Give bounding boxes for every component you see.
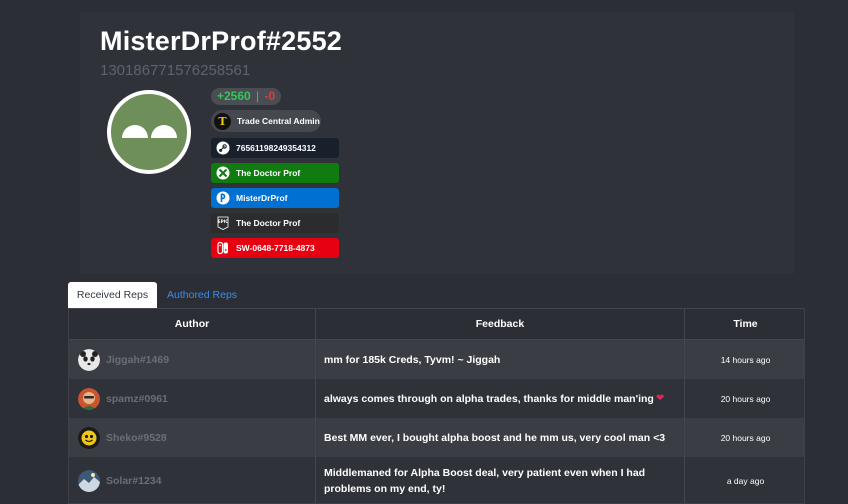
psn-id: MisterDrProf: [236, 193, 288, 203]
author-name[interactable]: Sheko#9528: [106, 432, 167, 444]
tab-authored-reps[interactable]: Authored Reps: [167, 282, 237, 308]
table-header: Author Feedback Time: [69, 308, 804, 340]
author-avatar[interactable]: [78, 387, 100, 410]
table-row: Sheko#9528 Best MM ever, I bought alpha …: [69, 418, 804, 457]
time-cell: a day ago: [684, 457, 804, 503]
table-row: spamz#0961 always comes through on alpha…: [69, 379, 804, 418]
author-name[interactable]: Solar#1234: [106, 475, 161, 487]
reps-table: Author Feedback Time Jiggah#1469 mm for …: [68, 308, 805, 504]
profile-card: MisterDrProf#2552 130186771576258561 +25…: [80, 12, 794, 274]
rep-separator: |: [256, 89, 260, 103]
author-cell: Solar#1234: [69, 457, 315, 503]
nintendo-switch-icon: [216, 241, 230, 255]
avatar-eye-right: [151, 125, 177, 138]
column-header-time[interactable]: Time: [684, 309, 804, 340]
table-row: Solar#1234 Middlemaned for Alpha Boost d…: [69, 457, 804, 503]
column-header-author[interactable]: Author: [69, 309, 315, 340]
steam-id: 76561198249354312: [236, 143, 316, 153]
author-name[interactable]: Jiggah#1469: [106, 354, 169, 366]
profile-username: MisterDrProf#2552: [100, 26, 343, 56]
avatar-eye-left: [122, 125, 148, 138]
epic-account-badge[interactable]: EPIC The Doctor Prof: [211, 213, 339, 233]
rep-positive: +2560: [217, 89, 251, 103]
author-avatar[interactable]: [78, 469, 100, 492]
xbox-icon: [216, 166, 230, 180]
xbox-gamertag: The Doctor Prof: [236, 168, 301, 178]
nintendo-account-badge[interactable]: SW-0648-7718-4873: [211, 238, 339, 258]
svg-text:EPIC: EPIC: [218, 219, 229, 224]
rep-score-badge: +2560 | -0: [211, 88, 282, 105]
epic-games-icon: EPIC: [216, 216, 230, 230]
steam-account-badge[interactable]: 76561198249354312: [211, 138, 339, 158]
playstation-account-badge[interactable]: MisterDrProf: [211, 188, 339, 208]
profile-avatar: [107, 90, 191, 174]
author-cell: Jiggah#1469: [69, 340, 315, 379]
trade-central-logo-icon: T: [214, 112, 231, 130]
role-badge: T Trade Central Admin: [211, 110, 321, 132]
heart-icon: ❤: [655, 392, 665, 404]
time-cell: 20 hours ago: [684, 418, 804, 457]
steam-icon: [216, 141, 230, 155]
nintendo-friend-code: SW-0648-7718-4873: [236, 243, 315, 253]
feedback-cell: mm for 185k Creds, Tyvm! ~ Jiggah: [315, 340, 684, 379]
feedback-cell: always comes through on alpha trades, th…: [315, 379, 684, 418]
playstation-icon: [216, 191, 230, 205]
feedback-cell: Middlemaned for Alpha Boost deal, very p…: [315, 457, 684, 503]
feedback-text: always comes through on alpha trades, th…: [324, 392, 654, 405]
author-avatar[interactable]: [78, 426, 100, 449]
role-badge-label: Trade Central Admin: [237, 116, 320, 126]
author-name[interactable]: spamz#0961: [106, 393, 168, 405]
time-cell: 20 hours ago: [684, 379, 804, 418]
rep-negative: -0: [264, 89, 276, 103]
table-row: Jiggah#1469 mm for 185k Creds, Tyvm! ~ J…: [69, 340, 804, 379]
column-header-feedback[interactable]: Feedback: [315, 309, 684, 340]
feedback-cell: Best MM ever, I bought alpha boost and h…: [315, 418, 684, 457]
time-cell: 14 hours ago: [684, 340, 804, 379]
epic-name: The Doctor Prof: [236, 218, 301, 228]
tab-received-reps[interactable]: Received Reps: [68, 282, 157, 308]
author-cell: Sheko#9528: [69, 418, 315, 457]
profile-user-id: 130186771576258561: [100, 62, 251, 79]
author-avatar[interactable]: [78, 348, 100, 371]
xbox-account-badge[interactable]: The Doctor Prof: [211, 163, 339, 183]
author-cell: spamz#0961: [69, 379, 315, 418]
